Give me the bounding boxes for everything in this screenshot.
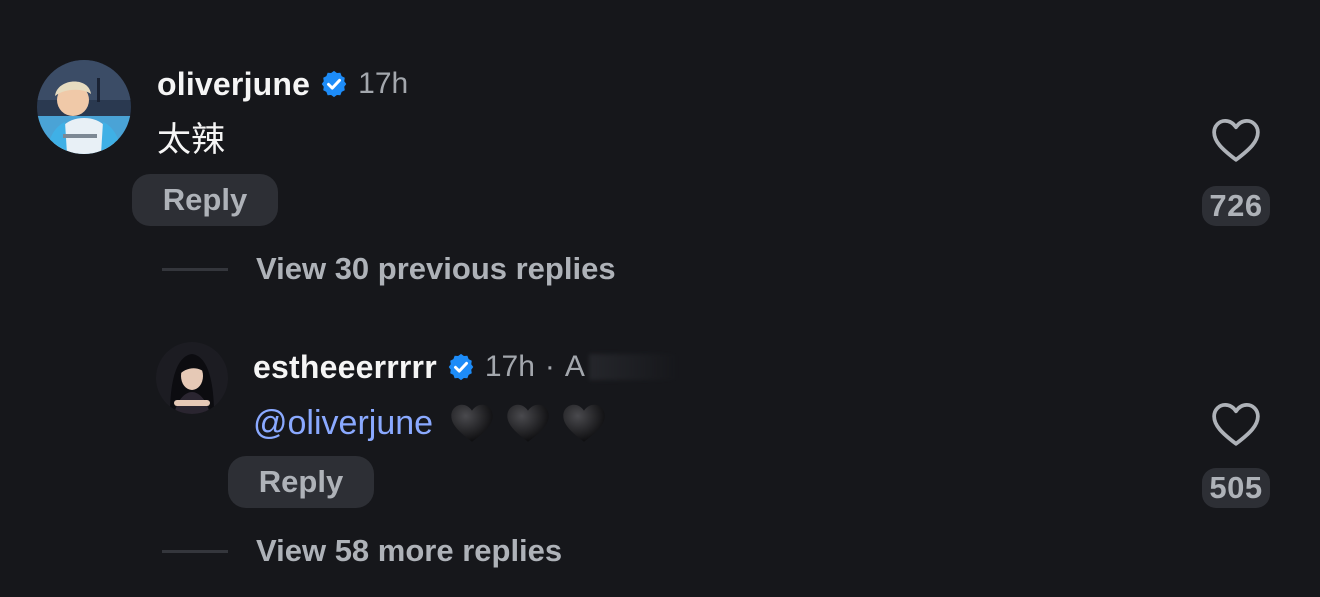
comment-text: 太辣: [157, 121, 225, 159]
timestamp: 17h: [358, 67, 409, 100]
like-count: 505: [1202, 468, 1270, 508]
avatar-oliverjune-icon: [37, 60, 131, 154]
avatar-estheeerrrrr-icon: [156, 342, 228, 414]
avatar[interactable]: [156, 342, 228, 414]
heart-outline-icon[interactable]: [1211, 117, 1261, 163]
location-text: A: [564, 350, 585, 383]
black-heart-icon: [451, 404, 493, 442]
view-more-replies-button[interactable]: View 58 more replies: [256, 531, 562, 571]
view-previous-replies-button[interactable]: View 30 previous replies: [256, 249, 616, 289]
timestamp: 17h: [484, 350, 535, 383]
avatar[interactable]: [37, 60, 131, 154]
thread-line: [162, 268, 228, 271]
location-redacted: [588, 354, 679, 380]
reply-button[interactable]: Reply: [132, 174, 278, 226]
reply-button[interactable]: Reply: [228, 456, 374, 508]
thread-line: [162, 550, 228, 553]
black-heart-icon: [507, 404, 549, 442]
comment-text: @oliverjune: [253, 400, 607, 446]
like-count: 726: [1202, 186, 1270, 226]
username[interactable]: estheeerrrrr: [253, 349, 437, 386]
emoji-row: [439, 400, 607, 446]
verified-badge-icon: [448, 353, 474, 381]
black-heart-icon: [563, 404, 605, 442]
heart-outline-icon[interactable]: [1211, 401, 1261, 447]
username[interactable]: oliverjune: [157, 66, 310, 103]
comment-header: oliverjune 17h: [157, 64, 408, 104]
meta-separator: ·: [544, 350, 555, 383]
mention-link[interactable]: @oliverjune: [253, 400, 433, 446]
comment-header: estheeerrrrr 17h · A: [253, 347, 679, 387]
verified-badge-icon: [321, 70, 347, 98]
